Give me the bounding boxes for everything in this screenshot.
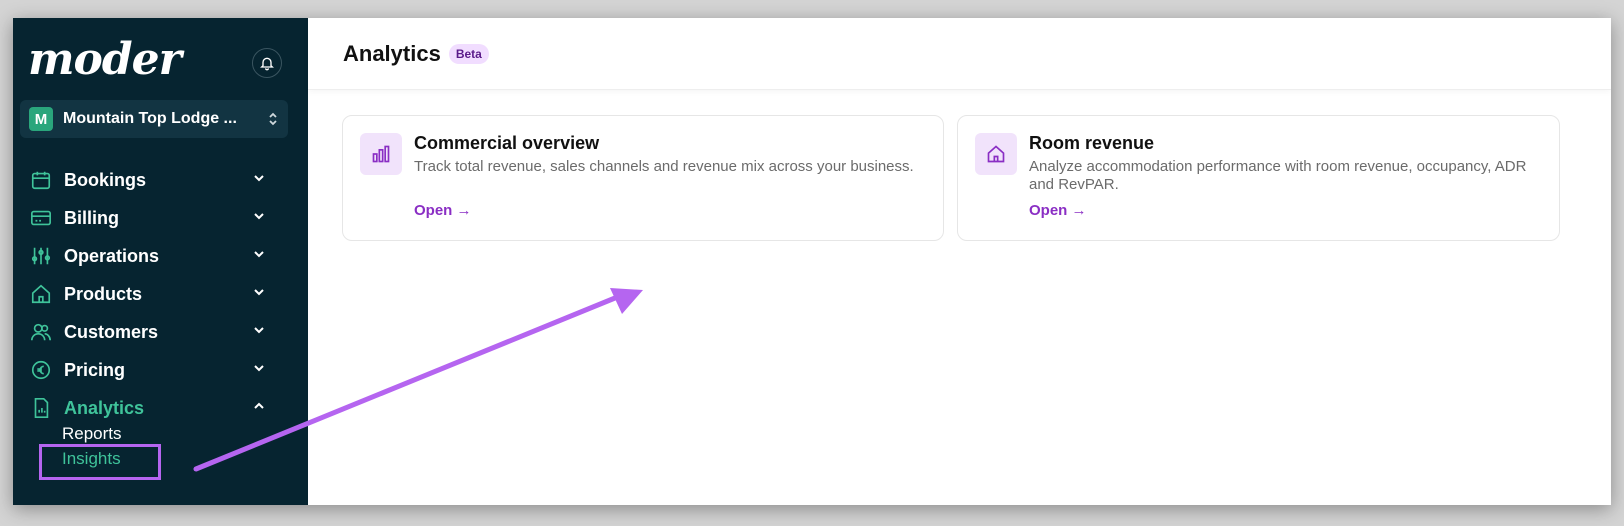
sidebar-item-label: Products — [64, 283, 143, 304]
chevron-down-icon — [254, 327, 264, 334]
page-title: Analytics — [343, 40, 441, 66]
sidebar-item-analytics[interactable]: Analytics — [13, 389, 308, 427]
property-badge: M — [29, 107, 53, 131]
sidebar-item-label: Customers — [64, 321, 159, 342]
sidebar-item-operations[interactable]: Operations — [13, 237, 308, 275]
property-selector[interactable]: M Mountain Top Lodge ... — [20, 100, 288, 138]
card-description: Track total revenue, sales channels and … — [414, 158, 914, 175]
app-window: moder M Mountain Top Lodge ... Bookings — [13, 18, 1611, 505]
sliders-icon — [30, 245, 52, 267]
sidebar-item-label: Billing — [64, 207, 119, 228]
home-icon — [975, 133, 1017, 175]
sidebar-item-pricing[interactable]: Pricing — [13, 351, 308, 389]
chevron-up-icon — [254, 402, 264, 409]
card-description: Analyze accommodation performance with r… — [1029, 158, 1527, 193]
card-title: Room revenue — [1029, 133, 1155, 153]
sidebar-item-customers[interactable]: Customers — [13, 313, 308, 351]
property-name: Mountain Top Lodge ... — [63, 110, 237, 127]
chevron-down-icon — [254, 213, 264, 220]
sidebar-item-label: Pricing — [64, 359, 126, 380]
bar-chart-icon — [360, 133, 402, 175]
sidebar-item-label: Analytics — [64, 397, 145, 418]
annotation-highlight-box — [39, 444, 161, 480]
page-header: Analytics Beta — [308, 18, 1611, 90]
sidebar-item-products[interactable]: Products — [13, 275, 308, 313]
main-content: Analytics Beta Commercial overview Track… — [308, 18, 1611, 505]
sidebar-item-label: Bookings — [64, 169, 147, 190]
chevron-down-icon — [254, 365, 264, 372]
chevron-up-down-icon — [269, 112, 277, 126]
card-commercial-overview[interactable]: Commercial overview Track total revenue,… — [342, 115, 944, 241]
sidebar-subitem-reports[interactable]: Reports — [62, 424, 122, 444]
credit-card-icon — [30, 207, 52, 229]
chevron-down-icon — [254, 251, 264, 258]
home-icon — [30, 283, 52, 305]
euro-icon — [30, 359, 52, 381]
sidebar: moder M Mountain Top Lodge ... Bookings — [13, 18, 308, 505]
calendar-icon — [30, 169, 52, 191]
bell-icon — [260, 57, 274, 71]
sidebar-item-bookings[interactable]: Bookings — [13, 161, 308, 199]
beta-badge: Beta — [448, 43, 489, 64]
chevron-down-icon — [254, 175, 264, 182]
users-icon — [30, 321, 52, 343]
card-title: Commercial overview — [414, 133, 600, 153]
card-open-link[interactable]: Open → — [414, 202, 472, 219]
moder-logo: moder — [28, 34, 182, 85]
sidebar-nav: Bookings Billing Operations Products Cus… — [13, 161, 308, 427]
chevron-down-icon — [254, 289, 264, 296]
card-open-link[interactable]: Open → — [1029, 202, 1087, 219]
sidebar-item-label: Operations — [64, 245, 160, 266]
report-icon — [30, 397, 52, 419]
sidebar-item-billing[interactable]: Billing — [13, 199, 308, 237]
notifications-button[interactable] — [252, 48, 282, 78]
card-room-revenue[interactable]: Room revenue Analyze accommodation perfo… — [957, 115, 1560, 241]
